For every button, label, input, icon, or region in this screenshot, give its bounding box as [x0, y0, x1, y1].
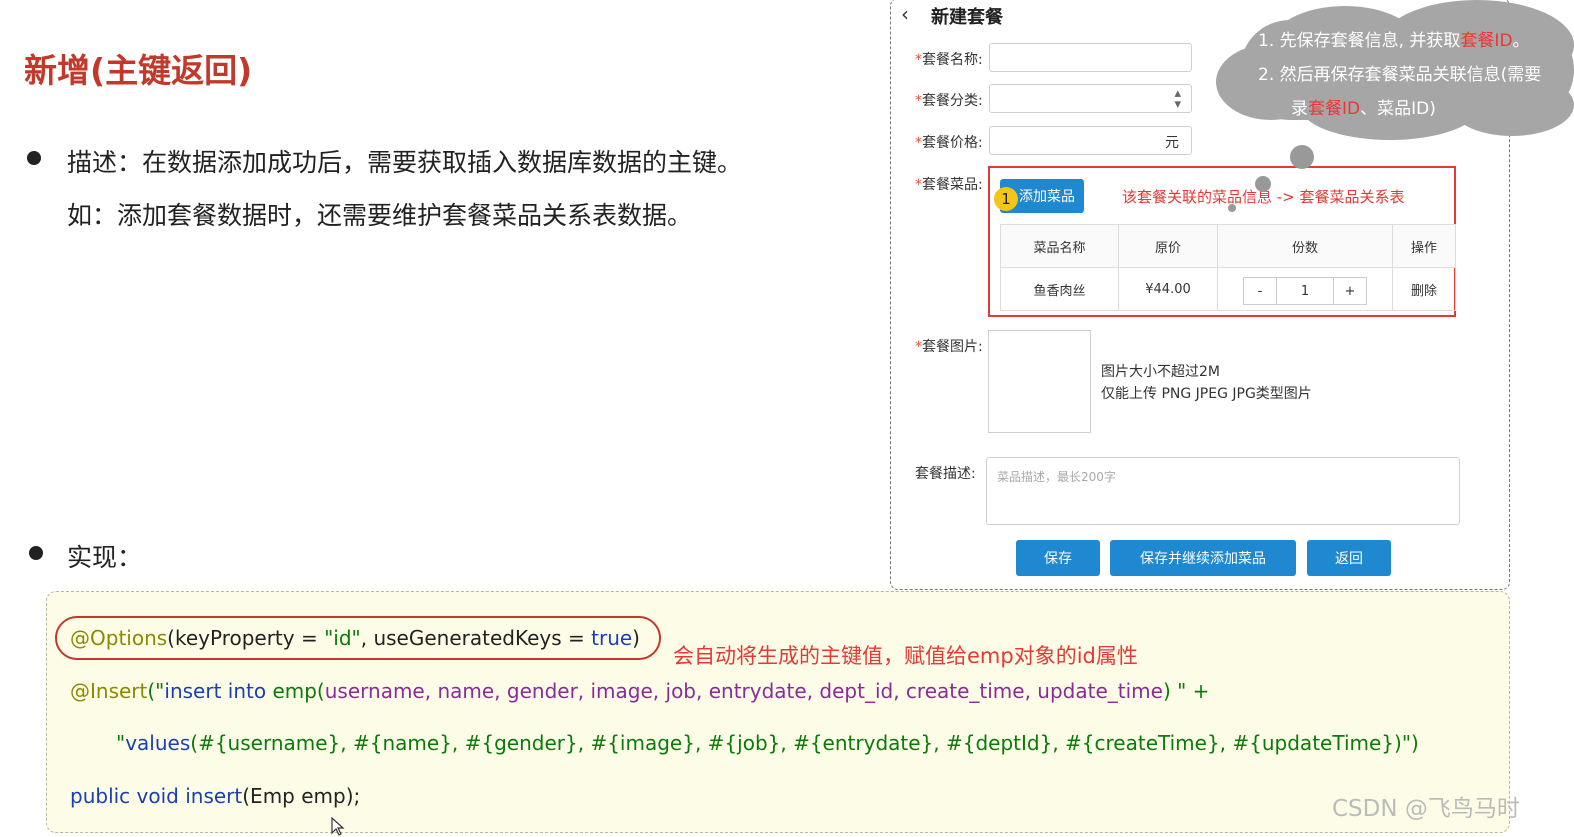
combo-price-input[interactable]: 元 — [989, 126, 1192, 155]
column-header: 操作 — [1392, 224, 1456, 268]
combo-name-label: *套餐名称: — [915, 52, 983, 68]
bullet-dot — [27, 151, 41, 165]
step-badge: 1 — [994, 187, 1018, 211]
combo-category-label: *套餐分类: — [915, 93, 983, 109]
implementation-label: 实现： — [67, 543, 143, 572]
back-button[interactable]: 返回 — [1307, 540, 1391, 576]
column-header: 份数 — [1217, 224, 1393, 268]
combo-category-select[interactable]: ▴ ▾ — [989, 84, 1192, 113]
mouse-cursor-icon — [331, 817, 345, 836]
code-line-insert: @Insert("insert into emp(username, name,… — [70, 679, 1210, 703]
dish-section-highlight: 添加菜品 1 该套餐关联的菜品信息 -> 套餐菜品关系表 菜品名称 原价 份数 … — [988, 166, 1456, 317]
combo-desc-textarea[interactable]: 菜品描述，最长200字 — [986, 457, 1460, 525]
combo-price-label: *套餐价格: — [915, 135, 983, 151]
delete-link[interactable]: 删除 — [1392, 267, 1456, 311]
combo-name-input[interactable] — [989, 43, 1192, 72]
chevron-left-icon[interactable]: ‹ — [901, 2, 909, 26]
quantity-value[interactable]: 1 — [1276, 278, 1334, 304]
save-button[interactable]: 保存 — [1016, 540, 1100, 576]
table-row: 鱼香肉丝 ¥44.00 - 1 + 删除 — [1000, 267, 1456, 311]
select-arrows-icon: ▴ ▾ — [1174, 86, 1181, 112]
image-type-hint: 仅能上传 PNG JPEG JPG类型图片 — [1101, 386, 1312, 402]
bullet-dot — [29, 546, 43, 560]
code-line-options: @Options(keyProperty = "id", useGenerate… — [70, 626, 640, 650]
cloud-step-2: 2. 然后再保存套餐菜品关联信息(需要 — [1258, 65, 1542, 85]
quantity-cell: - 1 + — [1217, 267, 1393, 311]
code-line-method: public void insert(Emp emp); — [70, 784, 361, 808]
dish-table: 菜品名称 原价 份数 操作 鱼香肉丝 ¥44.00 - 1 + 删除 — [1000, 224, 1456, 311]
image-size-hint: 图片大小不超过2M — [1101, 364, 1220, 380]
column-header: 原价 — [1118, 224, 1218, 268]
combo-image-label: *套餐图片: — [915, 339, 983, 355]
quantity-stepper: - 1 + — [1243, 277, 1367, 305]
save-continue-button[interactable]: 保存并继续添加菜品 — [1110, 540, 1296, 576]
column-header: 菜品名称 — [1000, 224, 1119, 268]
options-note: 会自动将生成的主键值，赋值给emp对象的id属性 — [673, 644, 1138, 668]
code-line-values: "values(#{username}, #{name}, #{gender},… — [116, 731, 1419, 755]
description-line-2: 如：添加套餐数据时，还需要维护套餐菜品关系表数据。 — [67, 201, 693, 230]
price-unit: 元 — [1165, 135, 1179, 151]
watermark: CSDN @飞鸟马时 — [1332, 796, 1520, 822]
increment-button[interactable]: + — [1334, 278, 1366, 304]
description-line-1: 描述：在数据添加成功后，需要获取插入数据库数据的主键。 — [67, 148, 743, 177]
image-upload-box[interactable] — [988, 330, 1091, 433]
desc-placeholder: 菜品描述，最长200字 — [997, 470, 1116, 484]
combo-desc-label: 套餐描述: — [915, 466, 976, 482]
dish-name-cell: 鱼香肉丝 — [1000, 267, 1119, 311]
decrement-button[interactable]: - — [1244, 278, 1276, 304]
cloud-step-1: 1. 先保存套餐信息, 并获取套餐ID。 — [1258, 31, 1530, 51]
page-title: 新增(主键返回) — [24, 51, 253, 90]
cloud-step-2-cont: 录套餐ID、菜品ID) — [1291, 99, 1436, 119]
dialog-title: 新建套餐 — [931, 7, 1003, 28]
combo-dishes-label: *套餐菜品: — [915, 177, 983, 193]
dish-price-cell: ¥44.00 — [1118, 267, 1218, 311]
